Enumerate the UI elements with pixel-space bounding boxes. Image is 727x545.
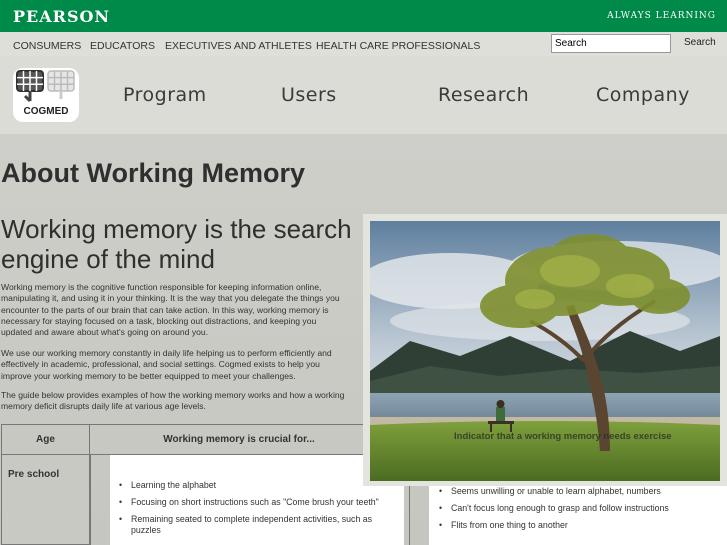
list-item: Focusing on short instructions such as "… — [119, 497, 389, 508]
list-item: Learning the alphabet — [119, 480, 389, 491]
cogmed-logo[interactable]: COGMED — [13, 68, 79, 122]
page-title: About Working Memory — [1, 158, 306, 188]
brand-tagline: ALWAYS LEARNING — [607, 11, 716, 21]
lake-tree-photo: Indicator that a working memory needs ex… — [370, 221, 720, 481]
age-label: Pre school — [8, 469, 60, 480]
table-header-crucial-for: Working memory is crucial for... — [89, 424, 389, 455]
nav-link-health-care-professionals[interactable]: HEALTH CARE PROFESSIONALS — [316, 40, 480, 52]
pearson-bar: PEARSON ALWAYS LEARNING — [0, 0, 727, 32]
list-item: Remaining seated to complete independent… — [119, 514, 379, 536]
tree-illustration — [370, 221, 720, 481]
nav-program[interactable]: Program — [123, 84, 207, 106]
nav-company[interactable]: Company — [596, 84, 690, 106]
logo-label: COGMED — [23, 106, 69, 117]
list-item: Flits from one thing to another — [439, 520, 719, 531]
list-item: Can't focus long enough to grasp and fol… — [439, 503, 719, 514]
search-button[interactable]: Search — [684, 37, 716, 48]
nav-link-executives-athletes[interactable]: EXECUTIVES AND ATHLETES — [165, 40, 312, 52]
list-item: Seems unwilling or unable to learn alpha… — [439, 486, 719, 497]
table-header-age: Age — [1, 424, 90, 455]
photo-frame: Indicator that a working memory needs ex… — [363, 214, 727, 486]
pearson-logo[interactable]: PEARSON — [13, 7, 110, 26]
usage-paragraph: We use our working memory constantly in … — [1, 348, 332, 381]
table-cell-age: Pre school — [1, 455, 90, 545]
nav-link-educators[interactable]: EDUCATORS — [90, 40, 155, 52]
nav-link-consumers[interactable]: CONSUMERS — [13, 40, 81, 52]
search-input[interactable] — [551, 34, 671, 53]
cogmed-grid-icon — [16, 70, 75, 103]
headline: Working memory is the search engine of t… — [1, 214, 352, 274]
table-cell-crucial-for: Learning the alphabet Focusing on short … — [90, 455, 410, 545]
main-nav: COGMED Program Users Research Company — [0, 56, 727, 134]
intro-paragraph: Working memory is the cognitive function… — [1, 282, 340, 338]
photo-caption: Indicator that a working memory needs ex… — [454, 431, 672, 442]
nav-research[interactable]: Research — [438, 84, 529, 106]
guide-paragraph: The guide below provides examples of how… — [1, 390, 345, 412]
nav-users[interactable]: Users — [281, 84, 337, 106]
